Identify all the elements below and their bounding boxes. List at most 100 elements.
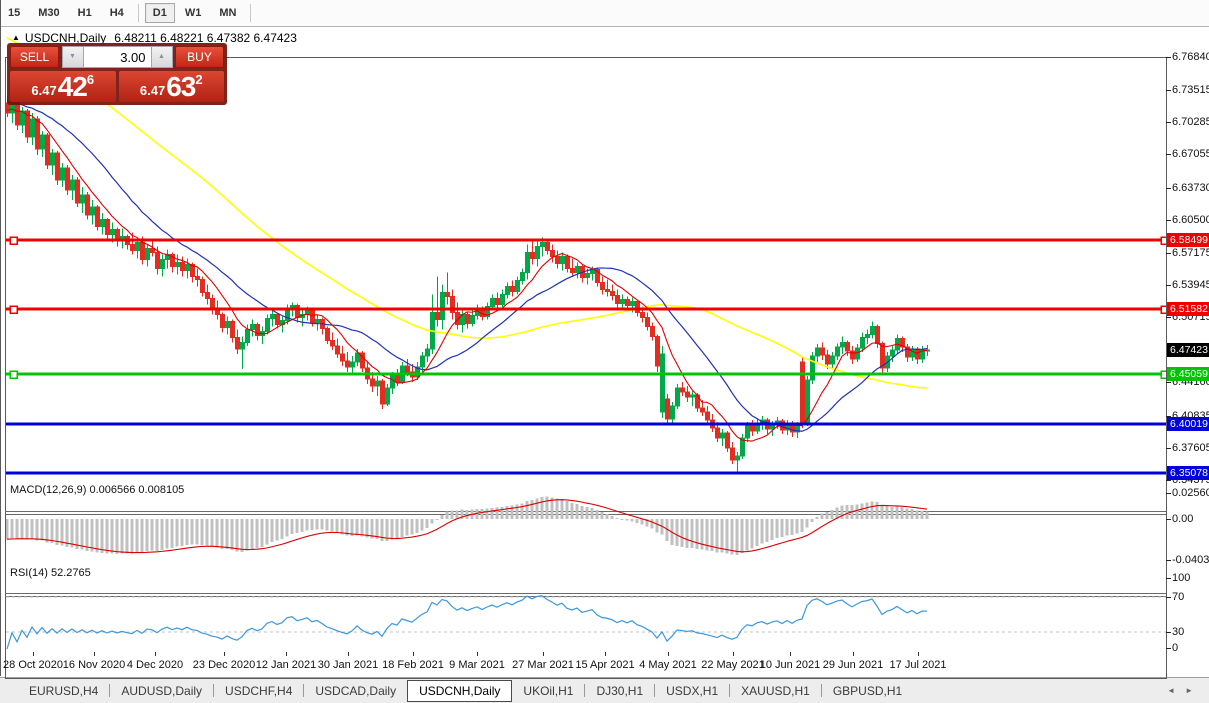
- macd-histogram-bar: [175, 519, 179, 547]
- tab-xauusd[interactable]: XAUUSD,H1: [730, 680, 821, 702]
- buy-price-button[interactable]: 6.47 63 2: [118, 71, 224, 102]
- price-tick-mark: [1166, 188, 1171, 189]
- candle-body: [550, 250, 555, 258]
- macd-histogram-bar: [300, 519, 304, 532]
- timeframe-button-w1[interactable]: W1: [177, 3, 210, 23]
- price-tick-mark: [1166, 90, 1171, 91]
- tab-usdcnh[interactable]: USDCNH,Daily: [407, 679, 513, 702]
- macd-histogram-bar: [605, 513, 609, 519]
- candle-body: [515, 280, 520, 292]
- macd-histogram-bar: [340, 519, 344, 535]
- candle-body: [535, 246, 540, 260]
- price-tick-mark: [1166, 122, 1171, 123]
- volume-increase-button[interactable]: ▲: [150, 46, 173, 68]
- tab-gbpusd[interactable]: GBPUSD,H1: [822, 680, 913, 702]
- candle-body: [85, 194, 90, 216]
- macd-histogram-bar: [725, 519, 729, 554]
- timeframe-button-mn[interactable]: MN: [211, 3, 244, 23]
- buy-button[interactable]: BUY: [175, 46, 224, 68]
- date-tick-mark: [668, 652, 669, 656]
- hline-price-label: 6.51582: [1167, 302, 1209, 316]
- sell-price-button[interactable]: 6.47 42 6: [10, 71, 116, 102]
- volume-decrease-button[interactable]: ▼: [61, 46, 84, 68]
- macd-histogram-bar: [100, 519, 104, 553]
- macd-histogram-bar: [625, 519, 629, 521]
- candle-body: [445, 291, 450, 297]
- macd-histogram-bar: [355, 519, 359, 536]
- tab-scroll-arrows[interactable]: ◄►: [1167, 686, 1203, 695]
- tab-dj30[interactable]: DJ30,H1: [585, 680, 654, 702]
- macd-histogram-bar: [235, 519, 239, 552]
- candle-body: [520, 272, 525, 282]
- tab-audusd[interactable]: AUDUSD,Daily: [110, 680, 213, 702]
- macd-histogram-bar: [770, 519, 774, 541]
- macd-histogram-bar: [230, 519, 234, 551]
- date-axis-label: 15 Apr 2021: [575, 659, 635, 671]
- date-tick-mark: [94, 652, 95, 656]
- macd-histogram-bar: [695, 519, 699, 549]
- candle-body: [105, 219, 110, 236]
- candle-body: [570, 268, 575, 274]
- tab-eurusd[interactable]: EURUSD,H4: [18, 680, 109, 702]
- tab-usdx[interactable]: USDX,H1: [655, 680, 729, 702]
- candle-body: [185, 264, 190, 272]
- macd-histogram-bar: [815, 516, 819, 519]
- date-axis-label: 16 Nov 2020: [62, 659, 126, 671]
- macd-histogram-bar: [35, 519, 39, 541]
- sell-button[interactable]: SELL: [10, 46, 59, 68]
- date-axis-label: 30 Jan 2021: [317, 659, 379, 671]
- macd-histogram-bar: [925, 511, 929, 519]
- macd-histogram-bar: [595, 509, 599, 519]
- macd-histogram-bar: [885, 506, 889, 519]
- tab-usdchf[interactable]: USDCHF,H4: [214, 680, 303, 702]
- macd-histogram-bar: [785, 519, 789, 536]
- candle-body: [65, 167, 70, 191]
- timeframe-button-h4[interactable]: H4: [102, 3, 132, 23]
- macd-histogram-bar: [140, 519, 144, 553]
- candle-body: [220, 313, 225, 328]
- sell-price-base: 6.47: [31, 83, 57, 98]
- macd-histogram-bar: [215, 519, 219, 548]
- candle-body: [635, 300, 640, 313]
- candle-body: [490, 297, 495, 307]
- macd-histogram-bar: [25, 519, 29, 540]
- candle-body: [230, 320, 235, 338]
- candle-body: [855, 347, 860, 360]
- toolbar-separator: [137, 4, 139, 22]
- line-drag-handle[interactable]: [9, 305, 18, 314]
- candle-body: [585, 273, 590, 279]
- line-drag-handle[interactable]: [1160, 305, 1166, 314]
- macd-histogram-bar: [880, 504, 884, 519]
- timeframe-button-15[interactable]: 15: [0, 3, 28, 23]
- line-drag-handle[interactable]: [9, 370, 18, 379]
- candle-body: [145, 248, 150, 261]
- macd-histogram-bar: [730, 519, 734, 555]
- candle-body: [295, 304, 300, 318]
- candle-body: [315, 318, 320, 323]
- macd-histogram-bar: [765, 519, 769, 542]
- macd-histogram-bar: [490, 507, 494, 519]
- line-drag-handle[interactable]: [1160, 236, 1166, 245]
- tab-scroll-left-icon: ◄: [1167, 686, 1186, 695]
- toolbar-separator: [250, 4, 252, 22]
- timeframe-button-h1[interactable]: H1: [70, 3, 100, 23]
- macd-histogram-bar: [760, 519, 764, 544]
- line-drag-handle[interactable]: [9, 236, 18, 245]
- macd-histogram-bar: [775, 519, 779, 539]
- line-drag-handle[interactable]: [1160, 370, 1166, 379]
- rsi-tick-mark: [1166, 597, 1171, 598]
- timeframe-button-d1[interactable]: D1: [144, 3, 175, 23]
- macd-histogram-bar: [540, 496, 544, 519]
- macd-histogram-bar: [830, 509, 834, 519]
- hline-price-label: 6.40019: [1167, 417, 1209, 431]
- macd-histogram-bar: [430, 519, 434, 524]
- macd-histogram-bar: [735, 519, 739, 555]
- timeframe-button-m30[interactable]: M30: [30, 3, 67, 23]
- volume-input[interactable]: [83, 46, 151, 68]
- rsi-line: [6, 595, 928, 650]
- macd-histogram-bar: [565, 500, 569, 519]
- tab-usdcad[interactable]: USDCAD,Daily: [304, 680, 407, 702]
- macd-histogram-bar: [285, 519, 289, 537]
- tab-ukoil[interactable]: UKOil,H1: [512, 680, 584, 702]
- date-axis-label: 27 Mar 2021: [512, 659, 574, 671]
